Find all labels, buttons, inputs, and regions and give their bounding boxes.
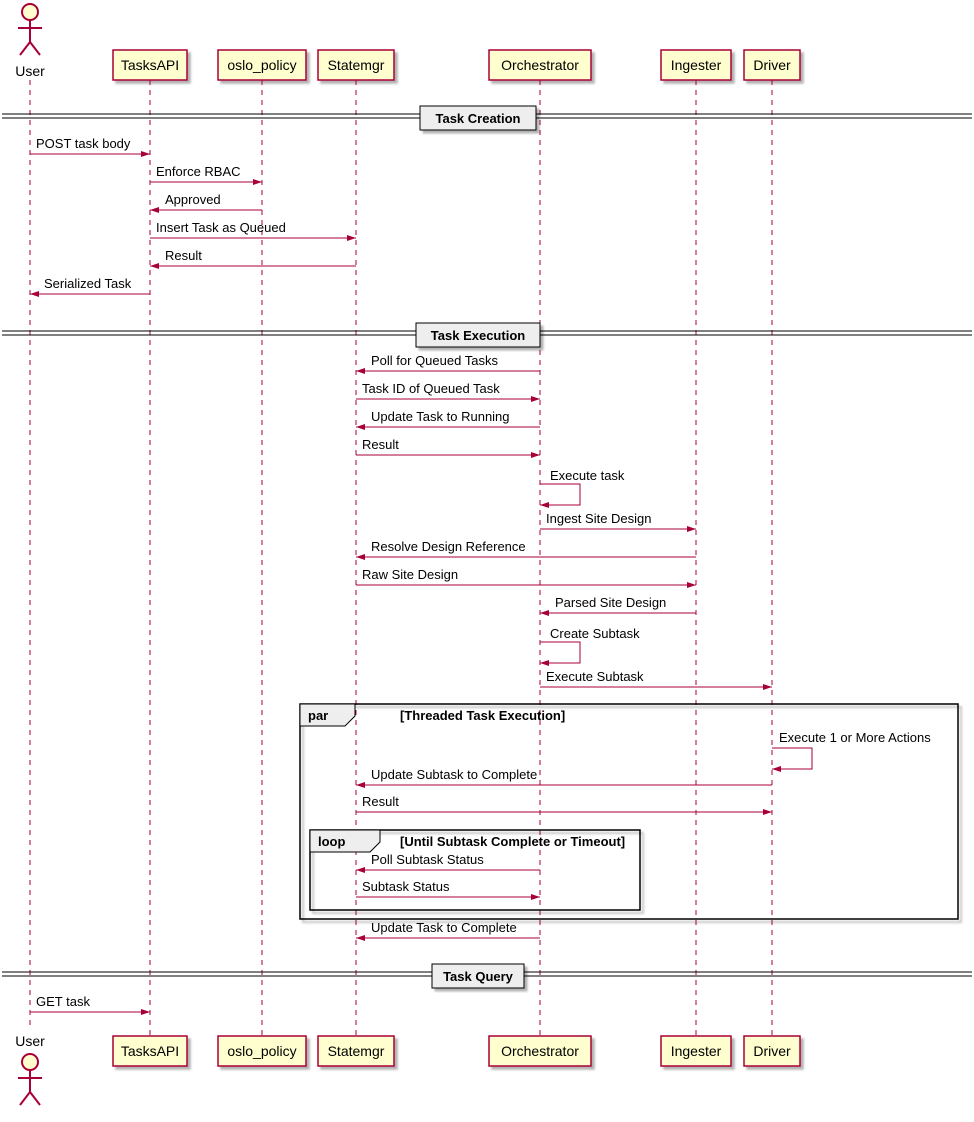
svg-text:TasksAPI: TasksAPI — [121, 1043, 179, 1059]
svg-text:Raw Site Design: Raw Site Design — [362, 567, 458, 582]
svg-text:Ingest Site Design: Ingest Site Design — [546, 511, 652, 526]
msg-task-id-queued: Task ID of Queued Task — [356, 381, 540, 399]
svg-text:[Threaded Task Execution]: [Threaded Task Execution] — [400, 708, 565, 723]
svg-text:Task Query: Task Query — [443, 969, 514, 984]
participant-orchestrator-bottom: Orchestrator — [489, 1036, 591, 1066]
msg-update-task-running: Update Task to Running — [356, 409, 540, 427]
msg-subtask-status: Subtask Status — [356, 879, 540, 897]
msg-insert-task-queued: Insert Task as Queued — [150, 220, 356, 238]
svg-text:Subtask Status: Subtask Status — [362, 879, 450, 894]
svg-text:Resolve Design Reference: Resolve Design Reference — [371, 539, 526, 554]
participant-ingester-top: Ingester — [661, 50, 731, 80]
msg-poll-queued-tasks: Poll for Queued Tasks — [356, 353, 540, 371]
participant-ingester-bottom: Ingester — [661, 1036, 731, 1066]
participant-tasksapi-top: TasksAPI — [113, 50, 187, 80]
msg-result-3: Result — [356, 794, 772, 812]
msg-approved: Approved — [150, 192, 262, 210]
svg-text:loop: loop — [318, 834, 345, 849]
msg-result-2: Result — [356, 437, 540, 455]
svg-text:Orchestrator: Orchestrator — [501, 57, 579, 73]
svg-text:Driver: Driver — [753, 1043, 791, 1059]
svg-text:Insert Task as Queued: Insert Task as Queued — [156, 220, 286, 235]
svg-text:Approved: Approved — [165, 192, 221, 207]
divider-task-query: Task Query — [2, 964, 972, 988]
actor-user-label: User — [15, 63, 45, 79]
msg-parsed-site-design: Parsed Site Design — [540, 595, 696, 613]
svg-text:Task Execution: Task Execution — [431, 328, 525, 343]
svg-text:Execute Subtask: Execute Subtask — [546, 669, 644, 684]
svg-text:Update Task to Complete: Update Task to Complete — [371, 920, 517, 935]
divider-task-execution: Task Execution — [2, 323, 972, 347]
svg-text:Update Subtask to Complete: Update Subtask to Complete — [371, 767, 537, 782]
svg-text:TasksAPI: TasksAPI — [121, 57, 179, 73]
msg-update-subtask-complete: Update Subtask to Complete — [356, 767, 772, 785]
participant-tasksapi-bottom: TasksAPI — [113, 1036, 187, 1066]
msg-ingest-site-design: Ingest Site Design — [540, 511, 696, 529]
msg-result-1: Result — [150, 248, 356, 266]
svg-text:Result: Result — [165, 248, 202, 263]
msg-execute-subtask: Execute Subtask — [540, 669, 772, 687]
svg-text:User: User — [15, 1033, 45, 1049]
msg-post-task-body: POST task body — [30, 136, 150, 154]
svg-text:Ingester: Ingester — [671, 57, 722, 73]
svg-text:Execute task: Execute task — [550, 468, 625, 483]
svg-text:Statemgr: Statemgr — [328, 57, 385, 73]
participant-oslo_policy-top: oslo_policy — [218, 50, 306, 80]
msg-execute-actions: Execute 1 or More Actions — [772, 730, 931, 769]
svg-text:oslo_policy: oslo_policy — [227, 57, 296, 73]
svg-text:Ingester: Ingester — [671, 1043, 722, 1059]
svg-text:POST task body: POST task body — [36, 136, 131, 151]
svg-text:Result: Result — [362, 437, 399, 452]
msg-get-task: GET task — [30, 994, 150, 1012]
actor-user-top: User — [15, 4, 45, 79]
svg-text:Statemgr: Statemgr — [328, 1043, 385, 1059]
svg-text:Parsed Site Design: Parsed Site Design — [555, 595, 666, 610]
svg-text:GET task: GET task — [36, 994, 90, 1009]
divider-task-creation: Task Creation — [2, 106, 972, 130]
msg-resolve-design-ref: Resolve Design Reference — [356, 539, 696, 557]
svg-text:Orchestrator: Orchestrator — [501, 1043, 579, 1059]
svg-text:Serialized Task: Serialized Task — [44, 276, 132, 291]
msg-serialized-task: Serialized Task — [30, 276, 150, 294]
svg-text:Task ID of Queued Task: Task ID of Queued Task — [362, 381, 500, 396]
actor-user-bottom: User — [15, 1033, 45, 1105]
svg-text:Create Subtask: Create Subtask — [550, 626, 640, 641]
svg-text:Poll for Queued Tasks: Poll for Queued Tasks — [371, 353, 498, 368]
svg-text:par: par — [308, 708, 328, 723]
msg-raw-site-design: Raw Site Design — [356, 567, 696, 585]
participant-oslo_policy-bottom: oslo_policy — [218, 1036, 306, 1066]
svg-text:Driver: Driver — [753, 57, 791, 73]
svg-text:Enforce RBAC: Enforce RBAC — [156, 164, 241, 179]
participant-driver-top: Driver — [744, 50, 800, 80]
svg-text:[Until Subtask Complete or Tim: [Until Subtask Complete or Timeout] — [400, 834, 625, 849]
svg-text:Update Task to Running: Update Task to Running — [371, 409, 510, 424]
svg-text:Task Creation: Task Creation — [435, 111, 520, 126]
svg-text:Result: Result — [362, 794, 399, 809]
msg-poll-subtask-status: Poll Subtask Status — [356, 852, 540, 870]
participant-statemgr-bottom: Statemgr — [318, 1036, 394, 1066]
participant-statemgr-top: Statemgr — [318, 50, 394, 80]
svg-text:Poll Subtask Status: Poll Subtask Status — [371, 852, 484, 867]
msg-create-subtask: Create Subtask — [540, 626, 640, 663]
svg-text:Execute 1 or More Actions: Execute 1 or More Actions — [779, 730, 931, 745]
participant-orchestrator-top: Orchestrator — [489, 50, 591, 80]
msg-enforce-rbac: Enforce RBAC — [150, 164, 262, 182]
participant-driver-bottom: Driver — [744, 1036, 800, 1066]
svg-text:oslo_policy: oslo_policy — [227, 1043, 296, 1059]
msg-execute-task: Execute task — [540, 468, 625, 505]
msg-update-task-complete: Update Task to Complete — [356, 920, 540, 938]
